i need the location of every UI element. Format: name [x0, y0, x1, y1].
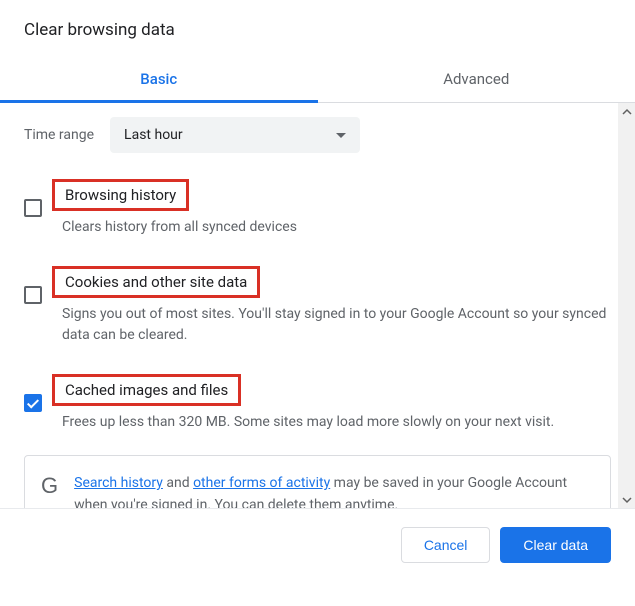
scroll-down-icon[interactable] — [618, 491, 635, 508]
option-desc: Frees up less than 320 MB. Some sites ma… — [62, 412, 611, 433]
option-title: Cached images and files — [52, 374, 241, 406]
checkbox-cached[interactable] — [24, 394, 42, 412]
checkbox-browsing-history[interactable] — [24, 199, 42, 217]
option-text: Cookies and other site data Signs you ou… — [62, 266, 611, 346]
cancel-button[interactable]: Cancel — [401, 527, 491, 563]
link-search-history[interactable]: Search history — [74, 475, 163, 491]
scrollbar[interactable] — [618, 103, 635, 508]
chevron-down-icon — [336, 133, 346, 138]
content-scroll: Time range Last hour Browsing history Cl… — [0, 103, 635, 508]
option-browsing-history: Browsing history Clears history from all… — [24, 173, 611, 238]
google-logo-icon: G — [41, 475, 58, 497]
tab-bar: Basic Advanced — [0, 56, 635, 103]
scroll-up-icon[interactable] — [618, 103, 635, 120]
notice-text-mid: and — [163, 475, 193, 491]
option-desc: Signs you out of most sites. You'll stay… — [62, 304, 611, 346]
clear-browsing-data-dialog: Clear browsing data Basic Advanced Time … — [0, 0, 635, 581]
link-other-activity[interactable]: other forms of activity — [193, 475, 330, 491]
option-cached: Cached images and files Frees up less th… — [24, 368, 611, 433]
tab-basic[interactable]: Basic — [0, 56, 318, 102]
option-text: Cached images and files Frees up less th… — [62, 374, 611, 433]
dialog-title: Clear browsing data — [0, 0, 635, 56]
tab-advanced[interactable]: Advanced — [318, 56, 635, 102]
checkbox-cookies[interactable] — [24, 286, 42, 304]
time-range-select[interactable]: Last hour — [110, 117, 360, 153]
time-range-row: Time range Last hour — [24, 117, 611, 153]
notice-text: Search history and other forms of activi… — [74, 472, 594, 508]
option-text: Browsing history Clears history from all… — [62, 179, 611, 238]
option-title: Browsing history — [52, 179, 189, 211]
option-title: Cookies and other site data — [52, 266, 260, 298]
option-desc: Clears history from all synced devices — [62, 217, 611, 238]
option-cookies: Cookies and other site data Signs you ou… — [24, 260, 611, 346]
content-area: Time range Last hour Browsing history Cl… — [0, 103, 635, 508]
google-account-notice: G Search history and other forms of acti… — [24, 455, 611, 508]
dialog-footer: Cancel Clear data — [0, 508, 635, 581]
clear-data-button[interactable]: Clear data — [500, 527, 611, 563]
time-range-value: Last hour — [124, 127, 183, 143]
time-range-label: Time range — [24, 127, 94, 143]
